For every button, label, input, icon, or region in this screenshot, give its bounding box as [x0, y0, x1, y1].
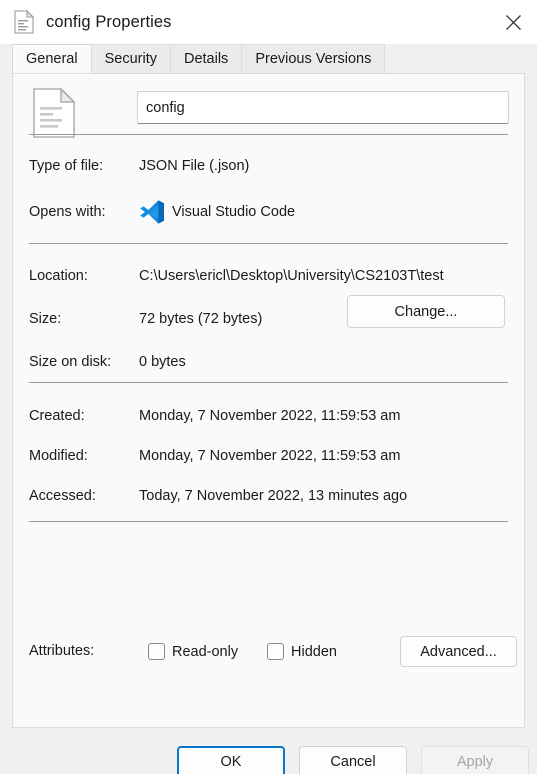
row-value: Today, 7 November 2022, 13 minutes ago	[139, 488, 408, 504]
change-button[interactable]: Change...	[347, 295, 505, 328]
hidden-checkbox[interactable]: Hidden	[267, 643, 337, 660]
tab-label: Details	[183, 51, 229, 67]
tab-details[interactable]: Details	[169, 44, 243, 73]
filename-value: config	[146, 99, 185, 116]
row-label: Created:	[29, 408, 85, 424]
general-tab-panel: config Type of file: JSON File (.json) O…	[12, 73, 525, 728]
row-attributes: Attributes:	[29, 643, 139, 659]
separator	[29, 382, 508, 383]
window-title: config Properties	[46, 12, 172, 31]
advanced-button-label: Advanced...	[420, 643, 497, 660]
properties-dialog: config Properties General Security Detai…	[0, 0, 537, 774]
row-label: Accessed:	[29, 488, 96, 504]
separator	[29, 243, 508, 244]
tab-label: Security	[104, 51, 157, 67]
close-icon	[505, 14, 522, 31]
advanced-button[interactable]: Advanced...	[400, 636, 517, 667]
apply-button: Apply	[421, 746, 529, 774]
row-label: Size:	[29, 311, 62, 327]
row-label: Modified:	[29, 448, 88, 464]
close-button[interactable]	[490, 0, 537, 44]
separator	[29, 134, 508, 135]
apply-button-label: Apply	[456, 754, 494, 770]
file-document-icon	[33, 87, 76, 138]
dialog-footer: OK Cancel Apply	[0, 728, 537, 774]
row-created: Created: Monday, 7 November 2022, 11:59:…	[29, 408, 400, 424]
opens-with-app: Visual Studio Code	[139, 199, 295, 225]
row-label: Type of file:	[29, 158, 104, 174]
row-label: Location:	[29, 268, 88, 284]
ok-button-label: OK	[220, 754, 242, 770]
row-location: Location: C:\Users\ericl\Desktop\Univers…	[29, 268, 444, 284]
tab-previous-versions[interactable]: Previous Versions	[241, 44, 386, 73]
ok-button[interactable]: OK	[177, 746, 285, 774]
cancel-button[interactable]: Cancel	[299, 746, 407, 774]
readonly-checkbox[interactable]: Read-only	[148, 643, 238, 660]
row-modified: Modified: Monday, 7 November 2022, 11:59…	[29, 448, 400, 464]
filename-input[interactable]: config	[137, 91, 509, 124]
tab-security[interactable]: Security	[90, 44, 171, 73]
visual-studio-code-icon	[139, 199, 165, 225]
title-bar: config Properties	[0, 0, 537, 44]
checkbox-box	[267, 643, 284, 660]
tab-label: Previous Versions	[255, 51, 372, 67]
tab-general[interactable]: General	[12, 44, 92, 73]
row-value: Visual Studio Code	[172, 204, 296, 220]
row-size: Size: 72 bytes (72 bytes)	[29, 311, 262, 327]
hidden-label: Hidden	[291, 643, 337, 660]
row-value: 72 bytes (72 bytes)	[139, 311, 263, 327]
change-button-label: Change...	[394, 303, 458, 320]
cancel-button-label: Cancel	[330, 754, 376, 770]
readonly-label: Read-only	[172, 643, 239, 660]
separator	[29, 521, 508, 522]
row-opens-with: Opens with: Visual Studio Code	[29, 199, 295, 225]
row-accessed: Accessed: Today, 7 November 2022, 13 min…	[29, 488, 407, 504]
row-value: 0 bytes	[139, 354, 186, 370]
row-label: Size on disk:	[29, 354, 112, 370]
tab-label: General	[26, 51, 78, 67]
row-label: Opens with:	[29, 204, 106, 220]
checkbox-box	[148, 643, 165, 660]
row-value: Monday, 7 November 2022, 11:59:53 am	[139, 448, 401, 464]
tab-strip: General Security Details Previous Versio…	[0, 44, 537, 73]
row-value: Monday, 7 November 2022, 11:59:53 am	[139, 408, 401, 424]
row-type-of-file: Type of file: JSON File (.json)	[29, 158, 249, 174]
row-size-on-disk: Size on disk: 0 bytes	[29, 354, 186, 370]
file-document-icon	[14, 9, 35, 34]
row-value: JSON File (.json)	[139, 158, 250, 174]
row-value: C:\Users\ericl\Desktop\University\CS2103…	[139, 268, 444, 284]
row-label: Attributes:	[29, 643, 95, 659]
